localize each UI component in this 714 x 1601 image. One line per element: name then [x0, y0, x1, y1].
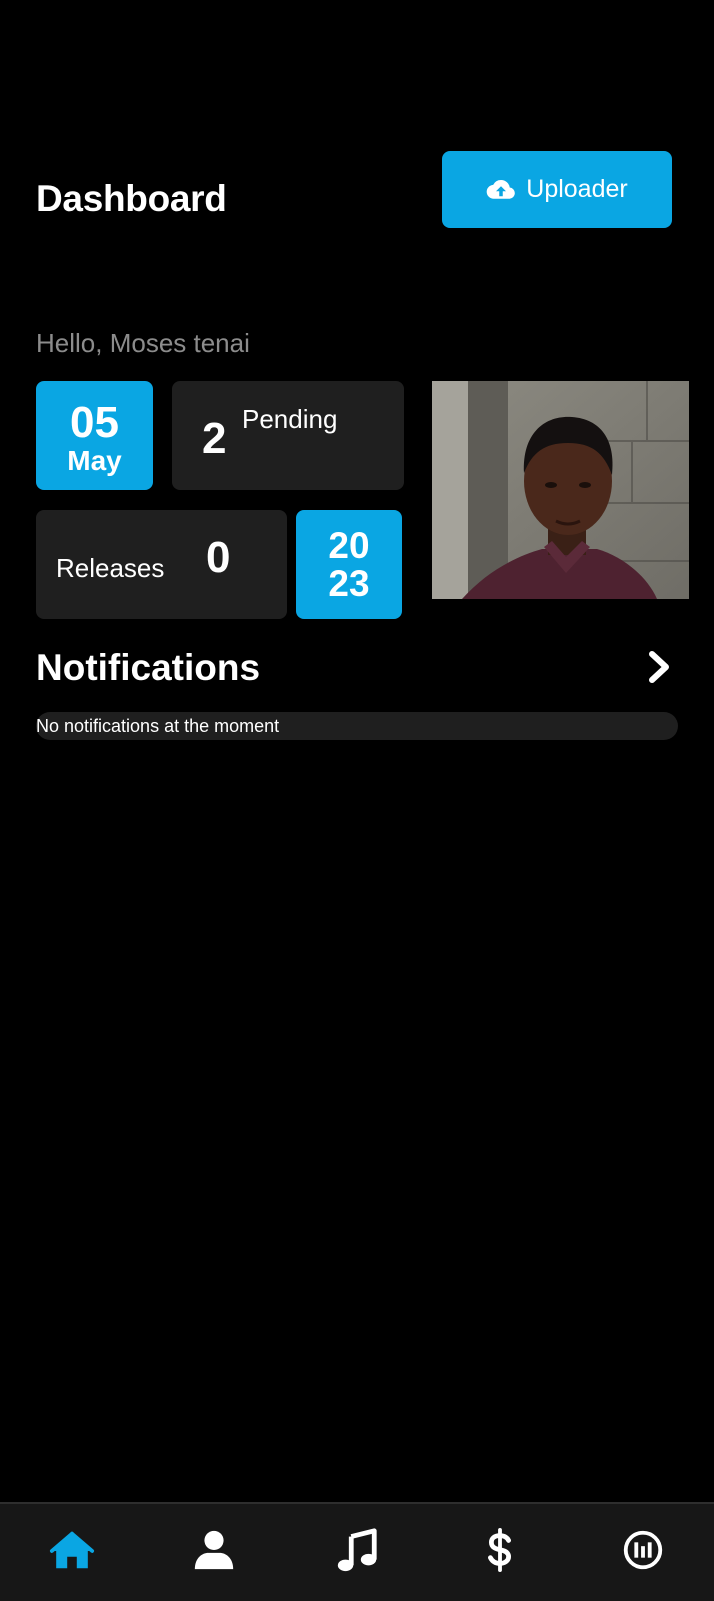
- date-day: 05: [70, 398, 119, 447]
- releases-tile[interactable]: Releases 0: [36, 510, 287, 619]
- brand-logo-icon: [623, 1530, 663, 1570]
- uploader-label: Uploader: [526, 175, 628, 203]
- bottom-nav: [0, 1502, 714, 1601]
- pending-count: 2: [202, 414, 227, 463]
- year-line-2: 23: [328, 563, 370, 604]
- notifications-empty-message: No notifications at the moment: [36, 712, 678, 740]
- profile-photo: [432, 381, 689, 599]
- pending-tile[interactable]: 2 Pending: [172, 381, 404, 490]
- nav-profile[interactable]: [190, 1526, 238, 1574]
- year-tile: 20 23: [296, 510, 402, 619]
- date-month: May: [67, 445, 122, 476]
- releases-count: 0: [206, 533, 231, 582]
- releases-label: Releases: [56, 553, 165, 583]
- date-tile: 05 May: [36, 381, 153, 490]
- music-note-icon: [337, 1528, 377, 1572]
- user-icon: [194, 1530, 234, 1570]
- notifications-title: Notifications: [36, 647, 261, 688]
- nav-home[interactable]: [48, 1526, 96, 1574]
- dollar-icon: [488, 1527, 512, 1573]
- nav-brand[interactable]: [619, 1526, 667, 1574]
- uploader-button[interactable]: Uploader: [442, 151, 672, 228]
- page-title: Dashboard: [36, 178, 227, 219]
- notifications-chevron-right-icon[interactable]: [644, 650, 674, 684]
- nav-music[interactable]: [333, 1526, 381, 1574]
- home-icon: [49, 1531, 95, 1569]
- greeting-text: Hello, Moses tenai: [36, 328, 250, 358]
- profile-photo-image: [432, 381, 689, 599]
- cloud-upload-icon: [486, 179, 516, 199]
- pending-label: Pending: [242, 404, 338, 434]
- nav-earnings[interactable]: [476, 1526, 524, 1574]
- year-line-1: 20: [328, 525, 370, 566]
